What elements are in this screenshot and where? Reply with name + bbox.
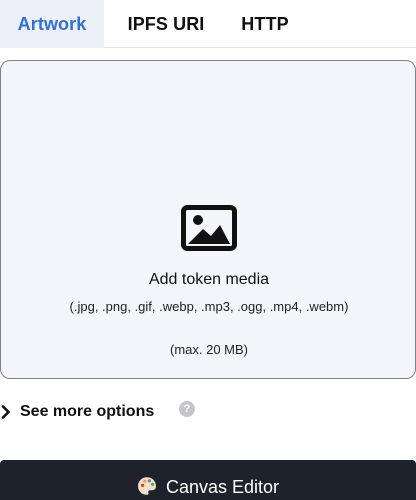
media-source-tabs: Artwork IPFS URI HTTP bbox=[0, 0, 416, 48]
see-more-options-toggle[interactable]: See more options bbox=[0, 400, 154, 424]
tab-artwork[interactable]: Artwork bbox=[0, 0, 104, 48]
tab-ipfs-uri[interactable]: IPFS URI bbox=[104, 0, 228, 48]
image-icon bbox=[181, 205, 237, 251]
max-file-size: (max. 20 MB) bbox=[169, 342, 248, 357]
tab-http[interactable]: HTTP bbox=[236, 0, 294, 48]
supported-formats: (.jpg, .png, .gif, .webp, .mp3, .ogg, .m… bbox=[69, 299, 349, 314]
media-dropzone[interactable]: Add token media (.jpg, .png, .gif, .webp… bbox=[0, 60, 416, 379]
see-more-options-label: See more options bbox=[20, 403, 155, 420]
chevron-right-icon bbox=[0, 400, 12, 424]
palette-icon bbox=[137, 477, 156, 495]
question-mark-icon[interactable]: ? bbox=[179, 401, 195, 417]
dropzone-title: Add token media bbox=[148, 271, 270, 288]
canvas-editor-label: Canvas Editor bbox=[165, 477, 280, 497]
token-media-form: Artwork IPFS URI HTTP Add token media (.… bbox=[0, 0, 416, 500]
canvas-editor-button[interactable]: Canvas Editor bbox=[0, 460, 416, 500]
